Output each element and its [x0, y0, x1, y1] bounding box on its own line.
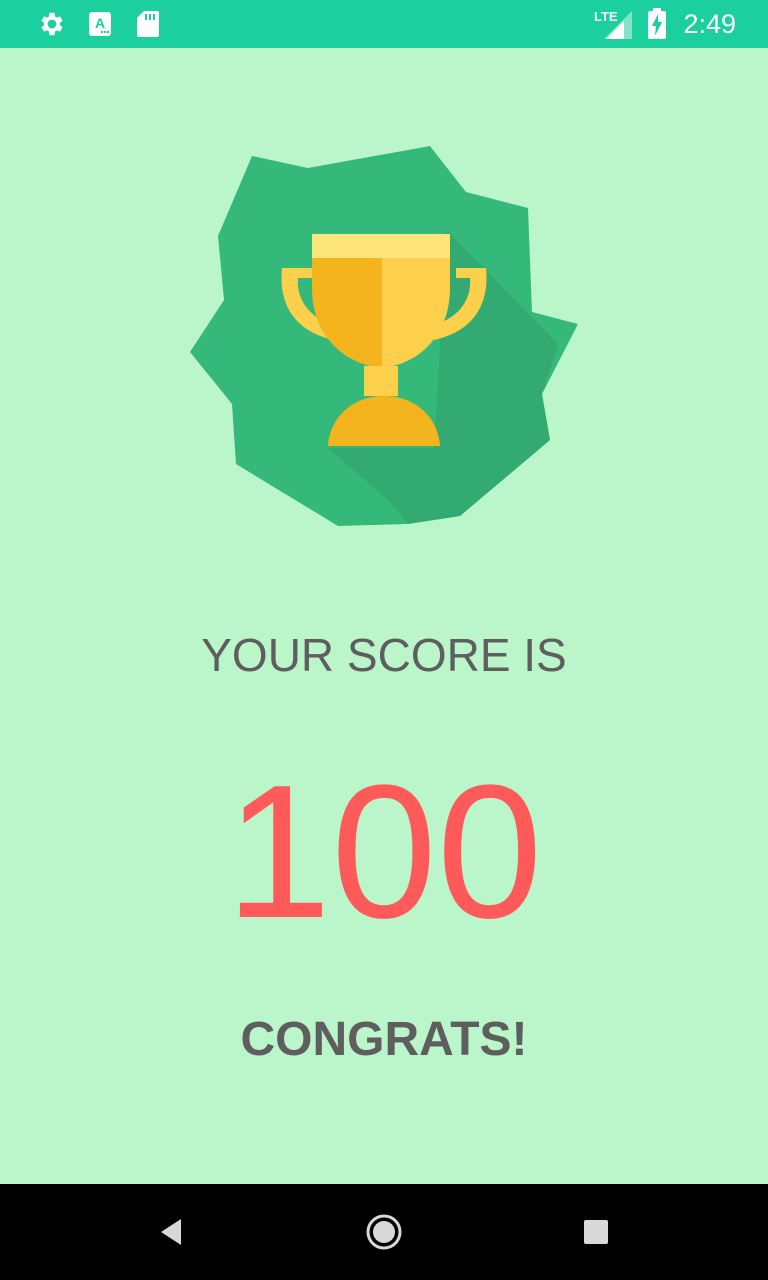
nav-back-button[interactable] [124, 1184, 220, 1280]
sd-card-icon [134, 0, 162, 48]
keyboard-a-icon: A [86, 0, 114, 48]
battery-charging-icon [644, 0, 670, 48]
status-bar: A LTE 2:49 [0, 0, 768, 48]
network-type-label: LTE [594, 9, 618, 24]
score-value: 100 [225, 746, 543, 958]
svg-text:A: A [95, 15, 105, 31]
status-time: 2:49 [683, 9, 736, 39]
home-icon [366, 1214, 402, 1250]
trophy-rim [312, 234, 450, 258]
trophy-icon [190, 146, 578, 526]
score-label: YOUR SCORE IS [201, 629, 567, 681]
lte-signal-icon: LTE [592, 0, 634, 48]
trophy-badge [184, 140, 584, 532]
back-icon [161, 1219, 181, 1245]
congrats-message: CONGRATS! [240, 1013, 528, 1066]
trophy-stem [364, 366, 398, 396]
nav-recents-button[interactable] [548, 1184, 644, 1280]
recents-icon [584, 1220, 608, 1244]
navigation-bar [0, 1184, 768, 1280]
settings-icon [34, 0, 70, 48]
nav-home-button[interactable] [336, 1184, 432, 1280]
quiz-result-screen: A LTE 2:49 YOUR SCORE IS 100 CONGRATS! [0, 0, 768, 1280]
